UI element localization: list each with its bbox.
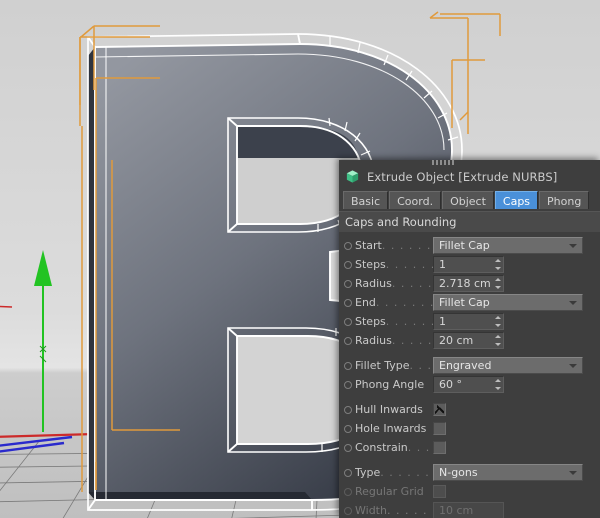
animation-track-dot[interactable]: [344, 361, 352, 370]
animation-track-dot[interactable]: [344, 241, 352, 250]
label-regular-grid: Regular Grid: [355, 485, 424, 498]
label-type: Type. . . . . . . .: [355, 466, 433, 479]
tab-object[interactable]: Object: [442, 191, 494, 209]
dropdown-fillet-type[interactable]: Engraved: [433, 357, 583, 374]
panel-title: Extrude Object [Extrude NURBS]: [367, 169, 558, 184]
checkbox-regular-grid: [433, 485, 446, 498]
checkbox-hull-inwards[interactable]: [433, 403, 446, 416]
checkbox-constrain[interactable]: [433, 441, 446, 454]
label-fillet-type: Fillet Type. . .: [355, 359, 433, 372]
tab-coord[interactable]: Coord.: [389, 191, 442, 209]
animation-track-dot[interactable]: [344, 336, 352, 345]
dropdown-end-cap[interactable]: Fillet Cap: [433, 294, 583, 311]
animation-track-dot[interactable]: [344, 468, 352, 477]
spinner-icon[interactable]: [494, 278, 501, 289]
animation-track-dot: [344, 487, 352, 496]
row-start-steps[interactable]: Steps. . . . . . . . 1: [339, 255, 600, 274]
animation-track-dot[interactable]: [344, 317, 352, 326]
dropdown-type[interactable]: N-gons: [433, 464, 583, 481]
input-start-steps[interactable]: 1: [433, 256, 504, 273]
animation-track-dot[interactable]: [344, 443, 352, 452]
spinner-icon[interactable]: [494, 259, 501, 270]
input-phong-angle[interactable]: 60 °: [433, 376, 504, 393]
panel-titlebar[interactable]: Extrude Object [Extrude NURBS]: [339, 160, 600, 188]
row-fillet-type[interactable]: Fillet Type. . . Engraved: [339, 356, 600, 375]
extrude-cube-icon: [346, 170, 359, 183]
label-hole-inwards: Hole Inwards: [355, 422, 427, 435]
label-constrain: Constrain. . . .: [355, 441, 433, 454]
label-radius: Radius. . . . . . .: [355, 334, 433, 347]
label-phong-angle: Phong Angle: [355, 378, 425, 391]
input-end-radius[interactable]: 20 cm: [433, 332, 504, 349]
animation-track-dot[interactable]: [344, 380, 352, 389]
animation-track-dot[interactable]: [344, 405, 352, 414]
label-steps: Steps. . . . . . . .: [355, 315, 433, 328]
animation-track-dot: [344, 506, 352, 515]
property-rows: Start. . . . . . . . Fillet Cap Steps. .…: [339, 232, 600, 518]
extrude-object-attributes-panel[interactable]: Extrude Object [Extrude NURBS] Basic Coo…: [339, 160, 600, 518]
label-hull-inwards: Hull Inwards: [355, 403, 423, 416]
input-width: 10 cm: [433, 502, 504, 518]
row-end[interactable]: End. . . . . . . . Fillet Cap: [339, 293, 600, 312]
row-start-radius[interactable]: Radius. . . . . . . 2.718 cm: [339, 274, 600, 293]
input-start-radius[interactable]: 2.718 cm: [433, 275, 504, 292]
tab-caps[interactable]: Caps: [494, 191, 539, 209]
panel-tabs[interactable]: Basic Coord. Object Caps Phong: [343, 191, 600, 209]
row-width: Width. . . . . . 10 cm: [339, 501, 600, 518]
dropdown-start-cap[interactable]: Fillet Cap: [433, 237, 583, 254]
row-end-radius[interactable]: Radius. . . . . . . 20 cm: [339, 331, 600, 350]
row-type[interactable]: Type. . . . . . . . N-gons: [339, 463, 600, 482]
chevron-down-icon: [569, 363, 577, 368]
row-end-steps[interactable]: Steps. . . . . . . . 1: [339, 312, 600, 331]
animation-track-dot[interactable]: [344, 260, 352, 269]
panel-drag-handle[interactable]: [432, 160, 454, 165]
row-constrain[interactable]: Constrain. . . .: [339, 438, 600, 457]
chevron-down-icon: [569, 300, 577, 305]
row-start[interactable]: Start. . . . . . . . Fillet Cap: [339, 236, 600, 255]
row-phong-angle[interactable]: Phong Angle 60 °: [339, 375, 600, 394]
label-end: End. . . . . . . .: [355, 296, 433, 309]
row-regular-grid: Regular Grid: [339, 482, 600, 501]
section-header-caps-and-rounding: Caps and Rounding: [339, 211, 600, 232]
spinner-icon[interactable]: [494, 379, 501, 390]
chevron-down-icon: [569, 470, 577, 475]
row-hole-inwards[interactable]: Hole Inwards: [339, 419, 600, 438]
label-start: Start. . . . . . . .: [355, 239, 433, 252]
row-hull-inwards[interactable]: Hull Inwards: [339, 400, 600, 419]
label-radius: Radius. . . . . . .: [355, 277, 433, 290]
spinner-icon[interactable]: [494, 316, 501, 327]
label-steps: Steps. . . . . . . .: [355, 258, 433, 271]
tab-phong[interactable]: Phong: [539, 191, 590, 209]
label-width: Width. . . . . .: [355, 504, 433, 517]
tab-basic[interactable]: Basic: [343, 191, 389, 209]
chevron-down-icon: [569, 243, 577, 248]
animation-track-dot[interactable]: [344, 424, 352, 433]
animation-track-dot[interactable]: [344, 298, 352, 307]
spinner-icon[interactable]: [494, 335, 501, 346]
animation-track-dot[interactable]: [344, 279, 352, 288]
input-end-steps[interactable]: 1: [433, 313, 504, 330]
checkbox-hole-inwards[interactable]: [433, 422, 446, 435]
